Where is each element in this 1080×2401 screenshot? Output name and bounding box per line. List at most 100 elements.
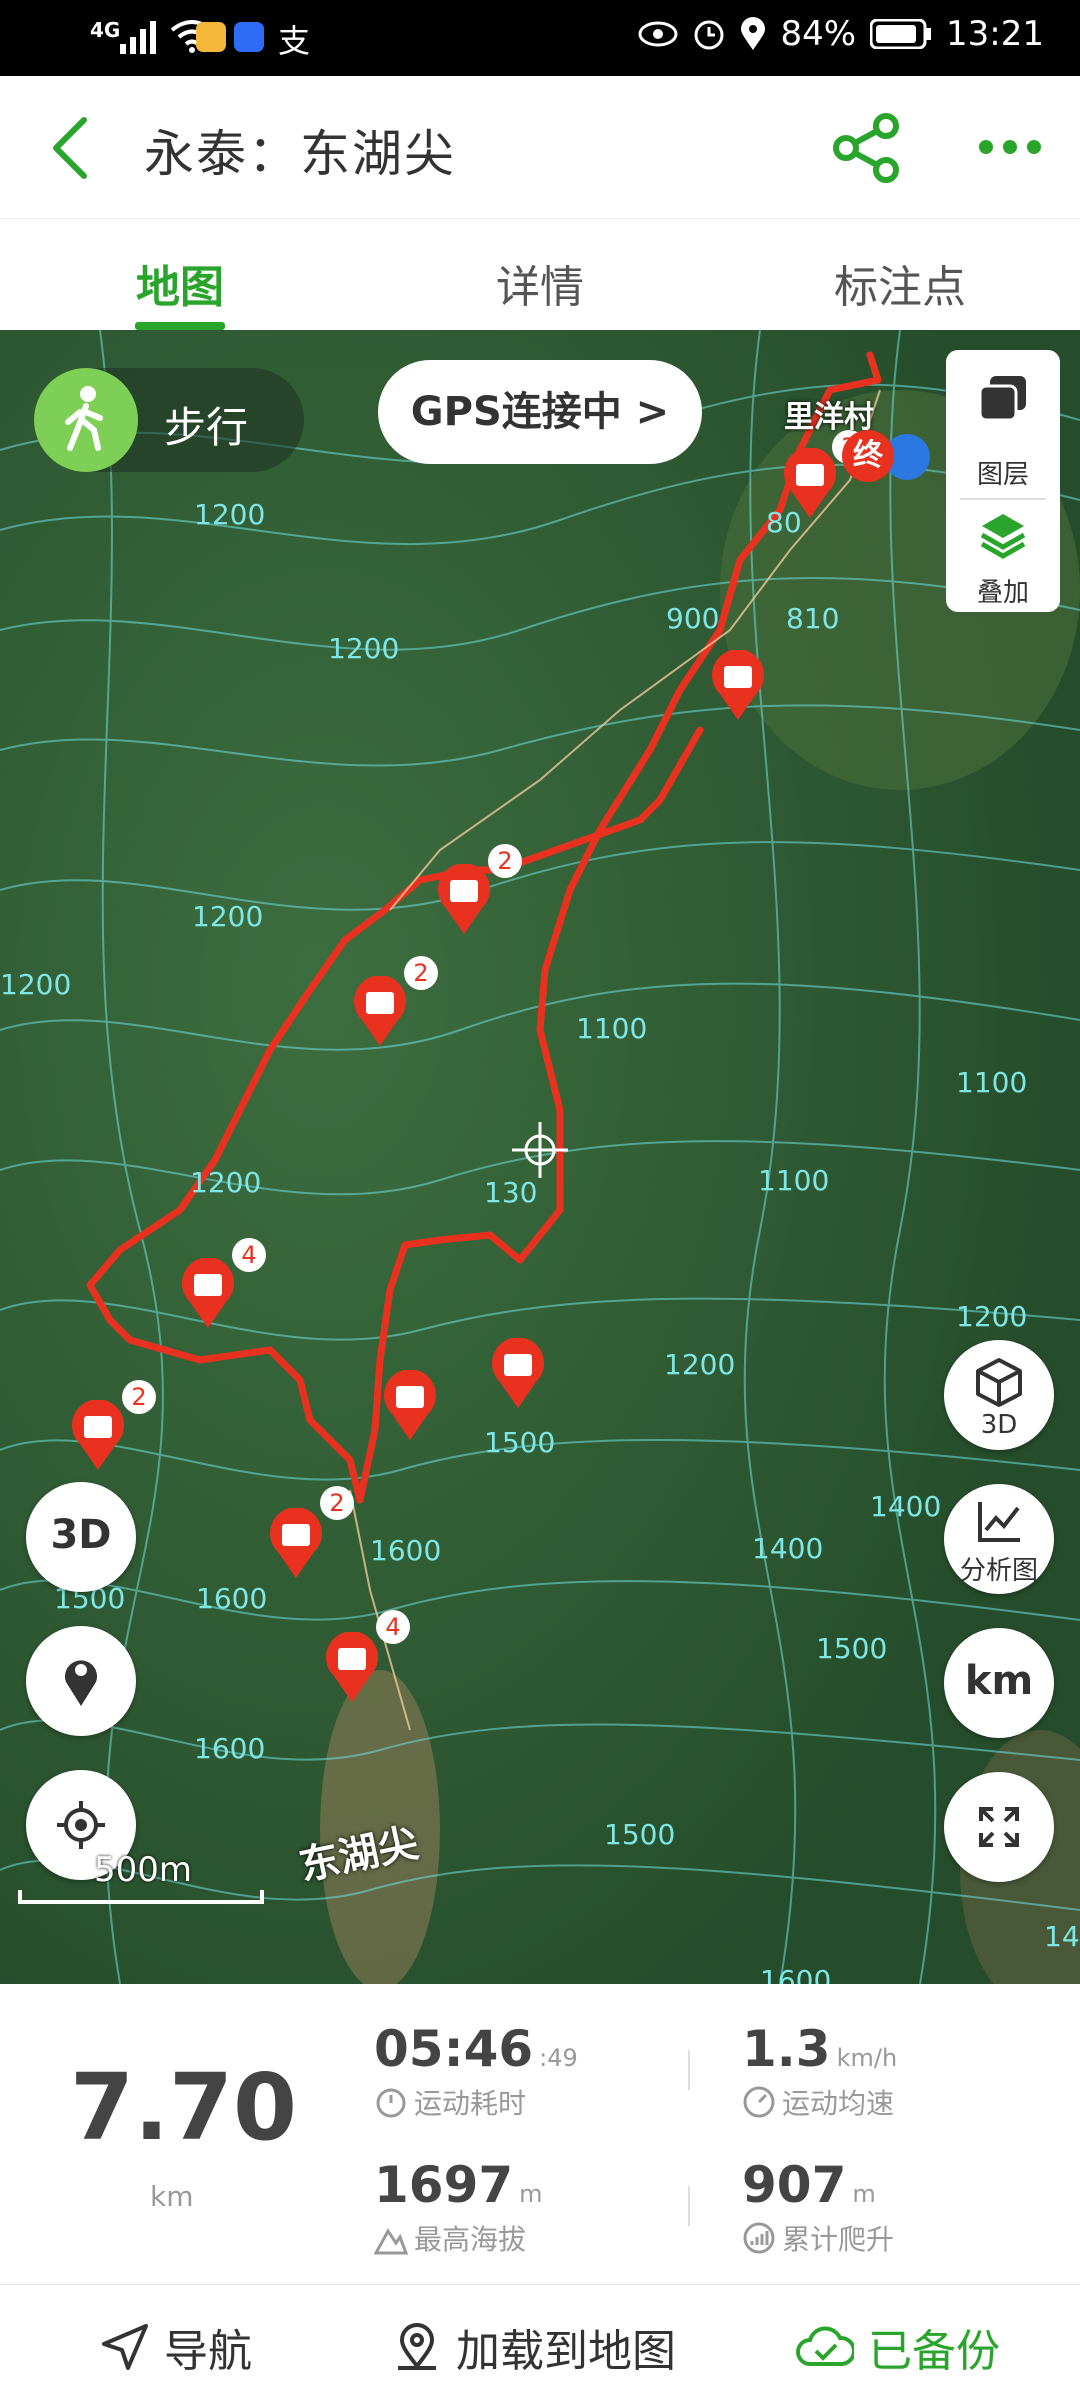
more-dots-icon[interactable] [978,132,1042,162]
analysis-label: 分析图 [959,1556,1038,1586]
unit-button[interactable]: km [944,1628,1054,1738]
analysis-button[interactable]: 分析图 [944,1484,1054,1594]
altitude-value: 1697 [374,2156,514,2214]
fullscreen-button[interactable] [944,1772,1054,1882]
contour-label: 1400 [870,1490,942,1523]
navigate-label: 导航 [164,2326,252,2377]
speed-label: 运动均速 [782,2087,895,2120]
mode-pill[interactable]: 步行 [34,368,304,472]
altitude-label: 最高海拔 [414,2223,527,2256]
battery-icon [870,19,932,49]
marker-count-badge: 2 [320,1486,354,1520]
climb-unit: m [852,2180,876,2208]
contour-label: 1100 [956,1066,1028,1099]
contour-label: 1200 [0,968,72,1001]
photo-marker[interactable] [382,1370,438,1442]
status-bar: 4G 支 84% 13:21 [0,0,1080,76]
altitude-unit: m [519,2180,543,2208]
satellite-map[interactable] [0,330,1080,1984]
photo-marker[interactable] [268,1508,324,1580]
footprint-button[interactable] [26,1626,136,1736]
photo-marker[interactable] [324,1632,380,1704]
cube-icon [976,1358,1022,1407]
tab-details[interactable]: 详情 [430,251,650,315]
photo-marker[interactable] [180,1258,236,1330]
photo-marker[interactable] [490,1338,546,1410]
contour-label: 1500 [604,1818,676,1851]
contour-label: 1200 [190,1166,262,1199]
fullscreen-icon [979,1807,1019,1847]
contour-label: 1100 [758,1164,830,1197]
duration-value: 05:46 [374,2020,534,2078]
photo-marker[interactable] [352,976,408,1048]
duration-seconds: :49 [539,2044,578,2072]
contour-label: 1500 [816,1632,888,1665]
load-to-map-button[interactable]: 加载到地图 [392,2315,676,2379]
overlay-icon [980,514,1026,559]
speed-unit: km/h [836,2044,898,2072]
end-marker[interactable]: 终 [842,430,894,482]
contour-label: 1200 [194,498,266,531]
speedometer-icon [743,2086,775,2118]
map-view[interactable]: 1200 1200 1200 900 80 810 1100 1100 1100… [0,330,1080,1984]
marker-count-badge: 2 [488,844,522,878]
page-title: 永泰：东湖尖 [144,125,456,183]
status-right: 84% 13:21 [638,14,1044,54]
alarm-icon [694,20,724,50]
back-arrow-icon[interactable] [44,116,104,180]
clock: 13:21 [946,14,1044,54]
footprint-icon [65,1660,97,1706]
scale-label: 500m [94,1850,193,1890]
peak-altitude-icon [374,2228,408,2255]
mode-label: 步行 [164,403,249,452]
share-icon[interactable] [830,112,902,184]
climb-value: 907 [742,2156,847,2214]
3d-toggle-button[interactable]: 3D [26,1482,136,1592]
network-type: 4G [90,18,121,42]
3d-button[interactable]: 3D [944,1340,1054,1450]
contour-label: 1600 [370,1534,442,1567]
marker-count-badge: 2 [122,1380,156,1414]
speed-value: 1.3 [742,2020,831,2078]
battery-percent: 84% [780,14,857,54]
photo-marker[interactable] [782,448,838,520]
contour-label: 1600 [760,1964,832,1984]
duration-label: 运动耗时 [414,2087,527,2120]
location-icon [741,17,766,50]
contour-label: 1200 [956,1300,1028,1333]
backed-up-label: 已备份 [868,2326,1000,2377]
climb-label: 累计爬升 [782,2223,895,2256]
tab-bar: 地图 详情 标注点 [0,218,1080,331]
map-scale: 500m [18,1850,264,1910]
chart-icon [978,1502,1020,1542]
3d-toggle-icon: 3D [50,1512,112,1558]
contour-label: 1200 [328,632,400,665]
layer-button[interactable]: 图层 [946,454,1060,491]
contour-label: 130 [484,1176,538,1209]
cloud-check-icon [796,2326,854,2366]
video-marker[interactable] [70,1400,126,1472]
photo-marker[interactable] [710,650,766,722]
overlay-button[interactable]: 叠加 [946,572,1060,609]
contour-label: 14 [1044,1920,1080,1953]
backup-status-button[interactable]: 已备份 [796,2315,1000,2379]
gps-button[interactable]: GPS连接中 > [378,360,702,464]
locate-icon [57,1801,105,1849]
contour-label: 1500 [484,1426,556,1459]
altitude-stat: 1697 m 最高海拔 [374,2156,543,2258]
tab-markers[interactable]: 标注点 [790,251,1010,315]
marker-count-badge: 2 [404,956,438,990]
total-distance: 7.70 [70,2054,297,2161]
load-to-map-label: 加载到地图 [456,2326,676,2377]
bottom-action-bar: 导航 加载到地图 已备份 [0,2284,1080,2401]
navigation-arrow-icon [102,2324,148,2370]
3d-label: 3D [980,1410,1018,1440]
layers-icon [978,376,1026,422]
climb-icon [743,2222,775,2254]
tab-map[interactable]: 地图 [70,251,290,315]
photo-marker[interactable] [436,864,492,936]
navigate-button[interactable]: 导航 [100,2315,252,2379]
contour-label: 810 [786,602,840,635]
contour-label: 1600 [196,1582,268,1615]
timer-icon [376,2088,406,2118]
